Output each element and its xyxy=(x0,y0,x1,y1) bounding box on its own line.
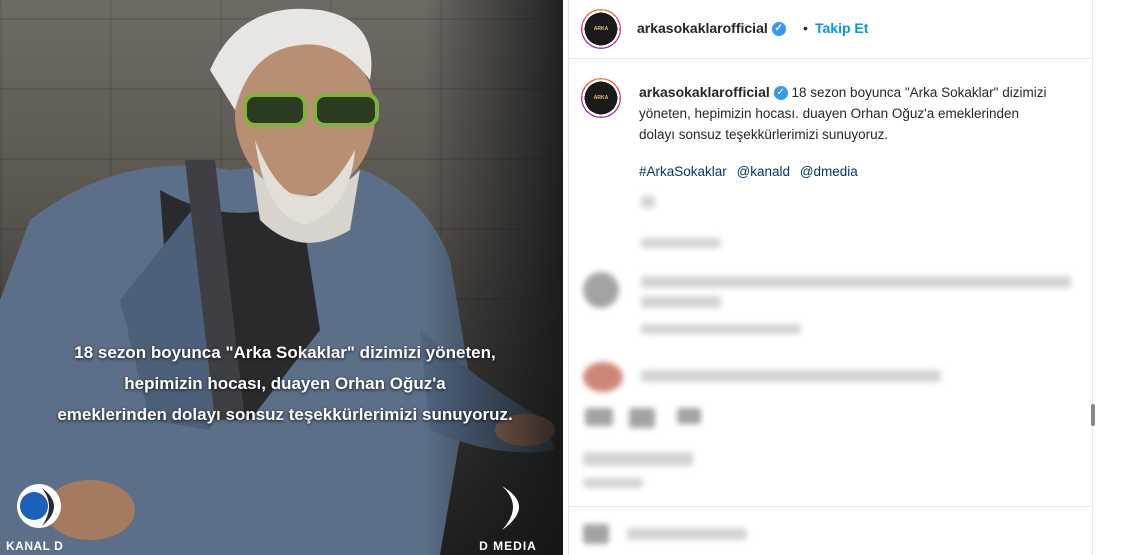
kanal-d-logo: KANAL D xyxy=(4,480,84,555)
image-caption-line: hepimizin hocası, duayen Orhan Oğuz'a xyxy=(124,374,446,393)
caption-text-line1: 18 sezon boyunca "Arka Sokaklar" dizimiz… xyxy=(791,85,1047,100)
share-icon[interactable] xyxy=(677,408,701,424)
commenter-avatar[interactable] xyxy=(583,272,619,308)
blurred-comment xyxy=(641,370,941,382)
account-avatar[interactable]: ARKA xyxy=(581,9,621,49)
header-username[interactable]: arkasokaklarofficial ✓ xyxy=(637,20,786,37)
mention-link[interactable]: @kanald xyxy=(737,164,791,179)
hashtag-link[interactable]: #ArkaSokaklar xyxy=(639,164,727,179)
follow-button[interactable]: Takip Et xyxy=(815,20,868,36)
image-caption-text: 18 sezon boyunca "Arka Sokaklar" dizimiz… xyxy=(20,337,550,430)
image-shade xyxy=(423,0,563,555)
image-caption-line: emeklerinden dolayı sonsuz teşekkürlerim… xyxy=(57,405,513,424)
blurred-post-date xyxy=(583,478,643,488)
verified-badge-icon: ✓ xyxy=(771,22,786,37)
mention-link[interactable]: @dmedia xyxy=(800,164,858,179)
caption-avatar[interactable]: ARKA xyxy=(581,78,621,118)
scrollbar-thumb[interactable] xyxy=(1091,404,1095,426)
image-caption-line: 18 sezon boyunca "Arka Sokaklar" dizimiz… xyxy=(74,343,496,362)
caption-text-line3: dolayı sonsuz teşekkürlerimizi sunuyoruz… xyxy=(639,127,889,142)
comment-icon[interactable] xyxy=(629,408,655,428)
kanal-d-label: KANAL D xyxy=(6,539,64,553)
header-separator: • xyxy=(803,20,808,36)
blurred-content xyxy=(641,196,655,208)
kanal-d-symbol-icon xyxy=(17,484,61,528)
divider xyxy=(569,506,1093,507)
blurred-likes-count xyxy=(583,452,693,466)
like-icon[interactable] xyxy=(585,408,613,426)
blurred-comment xyxy=(641,276,1071,288)
d-media-label: D MEDIA xyxy=(479,539,537,553)
d-media-symbol-icon xyxy=(502,486,519,530)
blurred-comment xyxy=(641,296,721,308)
caption-hashtags: #ArkaSokaklar @kanald @dmedia xyxy=(639,164,864,179)
emoji-icon[interactable] xyxy=(583,524,609,544)
post-side-panel: ARKA arkasokaklarofficial ✓ • Takip Et AR… xyxy=(568,0,1093,555)
post-caption: arkasokaklarofficial ✓ 18 sezon boyunca "… xyxy=(639,82,1089,145)
verified-badge-icon: ✓ xyxy=(773,86,788,101)
header-username-text[interactable]: arkasokaklarofficial xyxy=(637,20,768,36)
post-header: ARKA arkasokaklarofficial ✓ • Takip Et xyxy=(569,0,1093,59)
window-edge xyxy=(1091,0,1126,555)
blurred-timestamp xyxy=(641,238,721,248)
caption-text-line2: yöneten, hepimizin hocası. duayen Orhan … xyxy=(639,106,1020,121)
caption-username[interactable]: arkasokaklarofficial xyxy=(639,84,770,100)
post-image[interactable]: 18 sezon boyunca "Arka Sokaklar" dizimiz… xyxy=(0,0,563,555)
commenter-avatar[interactable] xyxy=(583,362,623,392)
instagram-post-screenshot: 18 sezon boyunca "Arka Sokaklar" dizimiz… xyxy=(0,0,1126,555)
add-comment-input[interactable] xyxy=(627,528,747,540)
blurred-comment-meta xyxy=(641,324,801,334)
d-media-logo: D MEDIA xyxy=(462,480,554,555)
